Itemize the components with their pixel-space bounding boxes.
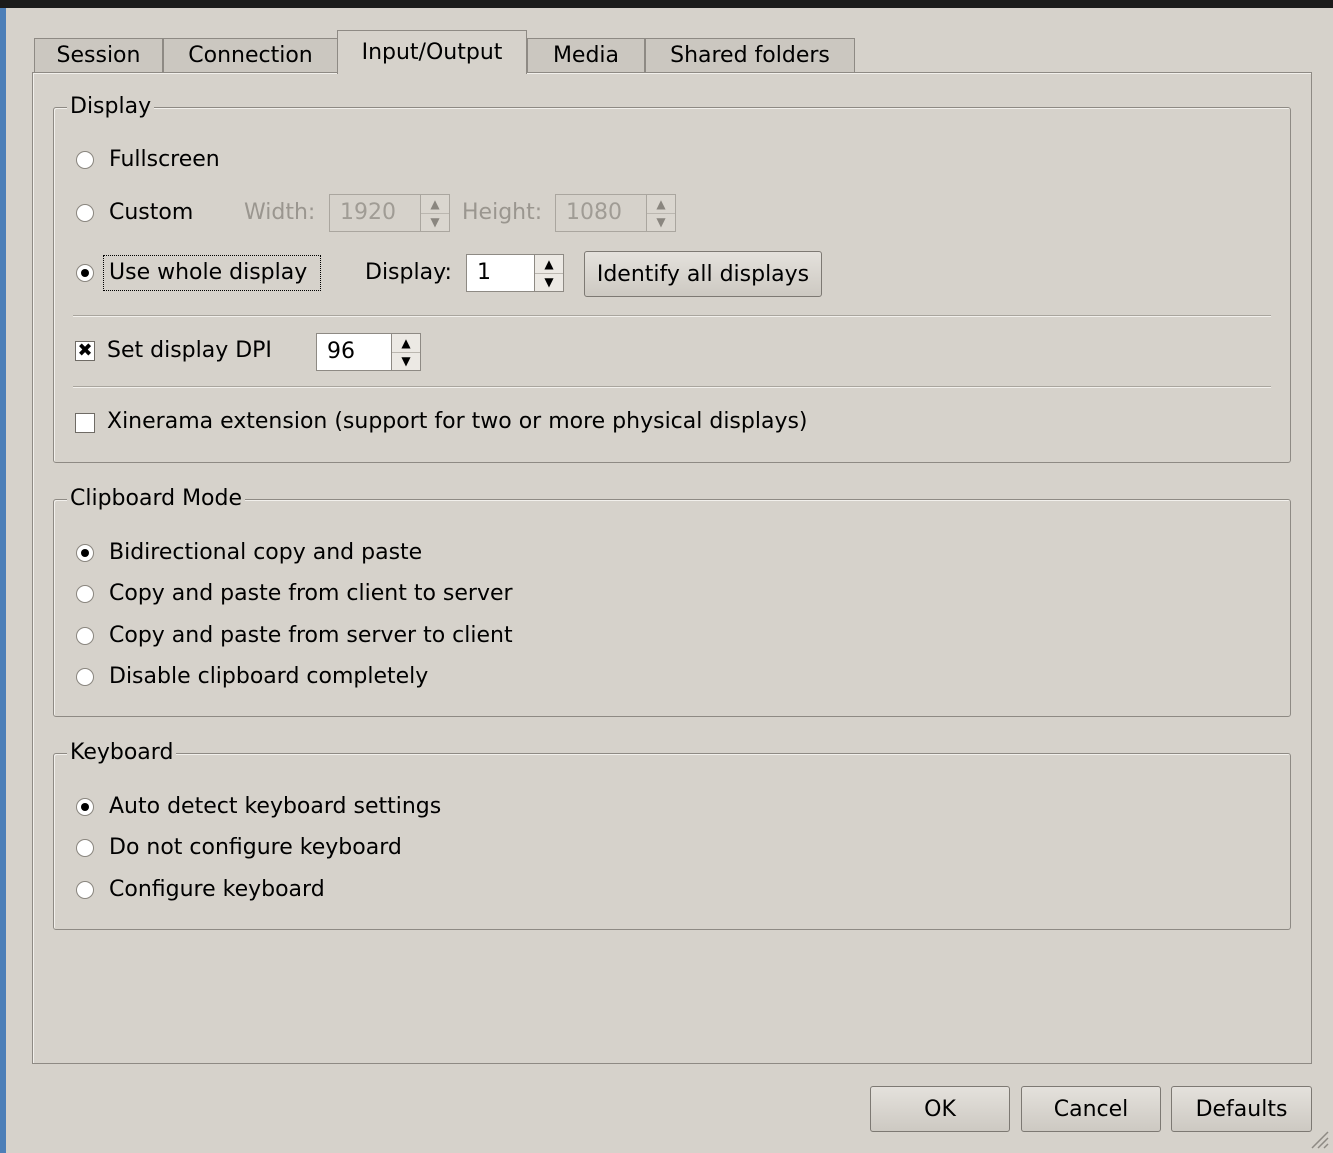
dpi-spinbox[interactable]: 96 ▲ ▼ [316, 333, 421, 371]
set-dpi-checkbox[interactable]: ✖ [75, 341, 95, 361]
height-stepper: ▲ ▼ [646, 195, 675, 231]
tab-session[interactable]: Session [34, 38, 163, 72]
clipboard-bidirectional-radio[interactable] [76, 544, 94, 562]
keyboard-option-label[interactable]: Configure keyboard [109, 877, 325, 903]
tab-media[interactable]: Media [527, 38, 645, 72]
clipboard-disable-radio[interactable] [76, 668, 94, 686]
resize-grip-icon[interactable] [1307, 1127, 1329, 1149]
clipboard-option-label[interactable]: Disable clipboard completely [109, 664, 428, 690]
tab-connection[interactable]: Connection [163, 38, 338, 72]
down-arrow-icon[interactable]: ▼ [392, 351, 420, 371]
height-value: 1080 [566, 200, 622, 225]
defaults-label: Defaults [1195, 1096, 1288, 1122]
ok-label: OK [924, 1096, 956, 1122]
clipboard-mode-title: Clipboard Mode [67, 486, 246, 512]
up-arrow-icon[interactable]: ▲ [647, 195, 675, 213]
custom-label[interactable]: Custom [109, 200, 193, 226]
ok-button[interactable]: OK [870, 1086, 1010, 1132]
fullscreen-label[interactable]: Fullscreen [109, 147, 220, 173]
use-whole-display-label[interactable]: Use whole display [109, 260, 307, 286]
keyboard-title: Keyboard [67, 740, 177, 766]
identify-all-displays-label: Identify all displays [596, 261, 810, 287]
tab-label: Session [56, 43, 141, 68]
keyboard-option-label[interactable]: Do not configure keyboard [109, 835, 402, 861]
display-number-label: Display: [365, 260, 452, 285]
display-number-spinbox[interactable]: 1 ▲ ▼ [466, 254, 564, 292]
separator [73, 315, 1271, 317]
height-label: Height: [462, 200, 543, 225]
check-icon: ✖ [77, 340, 93, 361]
tab-label: Input/Output [361, 40, 503, 65]
down-arrow-icon[interactable]: ▼ [421, 212, 449, 232]
down-arrow-icon[interactable]: ▼ [647, 212, 675, 232]
tab-shared-folders[interactable]: Shared folders [645, 38, 855, 72]
dpi-value: 96 [327, 339, 355, 364]
custom-radio[interactable] [76, 204, 94, 222]
dpi-stepper: ▲ ▼ [391, 334, 420, 370]
up-arrow-icon[interactable]: ▲ [392, 334, 420, 352]
tab-label: Connection [188, 43, 313, 68]
display-number-value: 1 [477, 260, 491, 285]
xinerama-label[interactable]: Xinerama extension (support for two or m… [107, 409, 808, 435]
width-label: Width: [244, 200, 316, 225]
keyboard-do-not-configure-radio[interactable] [76, 839, 94, 857]
keyboard-configure-radio[interactable] [76, 881, 94, 899]
fullscreen-radio[interactable] [76, 151, 94, 169]
up-arrow-icon[interactable]: ▲ [421, 195, 449, 213]
up-arrow-icon[interactable]: ▲ [535, 255, 563, 273]
window-frame-top [0, 0, 1333, 8]
width-stepper: ▲ ▼ [420, 195, 449, 231]
keyboard-auto-detect-radio[interactable] [76, 798, 94, 816]
width-value: 1920 [340, 200, 396, 225]
clipboard-option-label[interactable]: Copy and paste from client to server [109, 581, 513, 607]
clipboard-client-to-server-radio[interactable] [76, 585, 94, 603]
xinerama-checkbox[interactable] [75, 413, 95, 433]
use-whole-display-radio[interactable] [76, 264, 94, 282]
display-group-title: Display [67, 94, 155, 120]
down-arrow-icon[interactable]: ▼ [535, 272, 563, 292]
cancel-button[interactable]: Cancel [1021, 1086, 1161, 1132]
tab-label: Shared folders [670, 43, 830, 68]
height-spinbox[interactable]: 1080 ▲ ▼ [555, 194, 676, 232]
clipboard-option-label[interactable]: Copy and paste from server to client [109, 623, 513, 649]
clipboard-option-label[interactable]: Bidirectional copy and paste [109, 540, 422, 566]
defaults-button[interactable]: Defaults [1171, 1086, 1312, 1132]
width-spinbox[interactable]: 1920 ▲ ▼ [329, 194, 450, 232]
tab-input-output[interactable]: Input/Output [337, 30, 527, 74]
separator [73, 386, 1271, 388]
keyboard-option-label[interactable]: Auto detect keyboard settings [109, 794, 441, 820]
cancel-label: Cancel [1053, 1096, 1129, 1122]
identify-all-displays-button[interactable]: Identify all displays [584, 251, 822, 297]
display-number-stepper: ▲ ▼ [534, 255, 563, 291]
clipboard-server-to-client-radio[interactable] [76, 627, 94, 645]
tab-label: Media [552, 43, 620, 68]
set-dpi-label[interactable]: Set display DPI [107, 338, 272, 364]
